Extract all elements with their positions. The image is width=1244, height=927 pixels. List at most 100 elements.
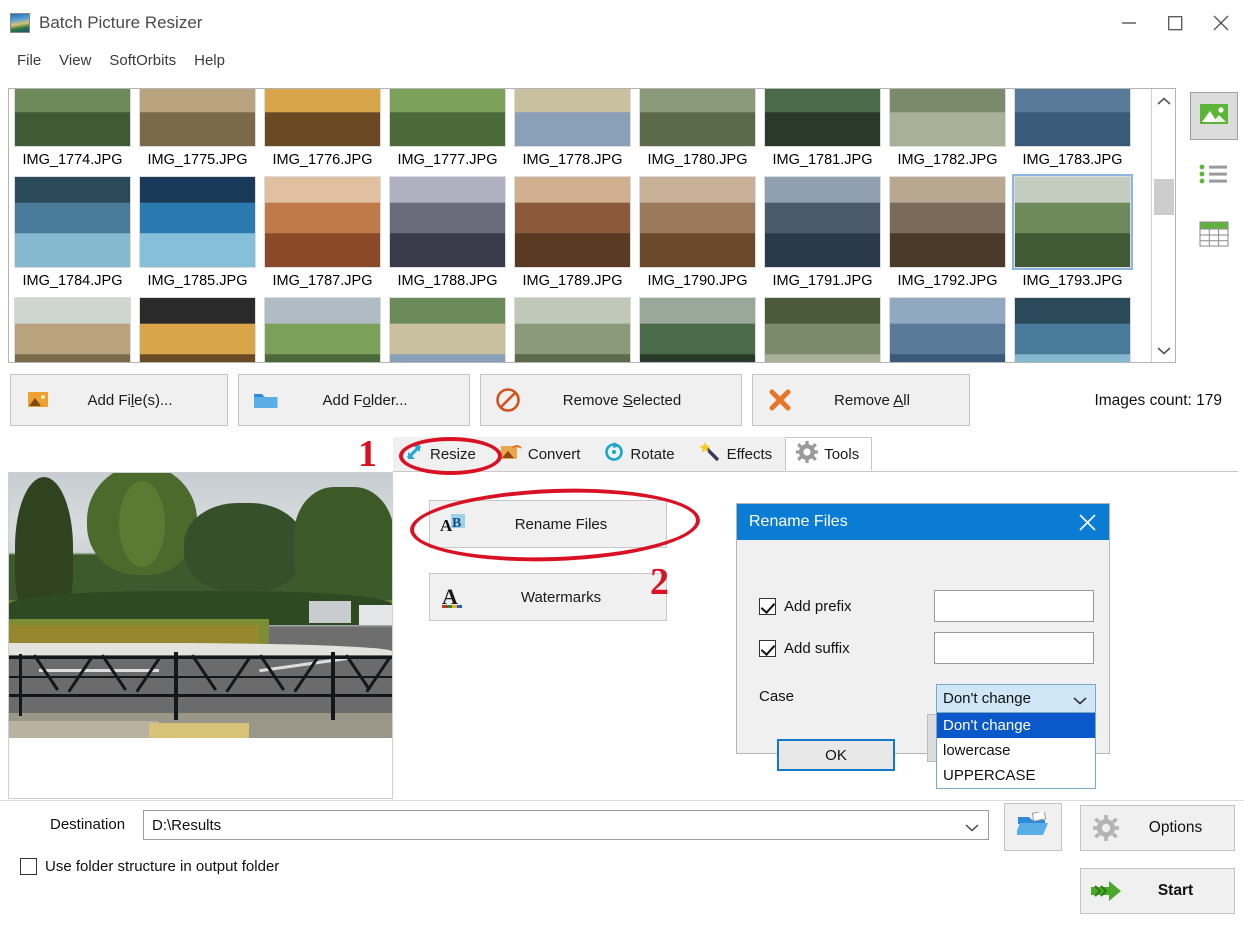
thumbnail-item[interactable]: IMG_1781.JPG: [760, 89, 885, 174]
dropdown-option-lowercase[interactable]: lowercase: [937, 738, 1095, 763]
add-suffix-checkbox-row[interactable]: Add suffix: [759, 640, 850, 657]
thumbnail-image: [139, 89, 256, 147]
thumbnail-panel[interactable]: IMG_1774.JPG IMG_1775.JPG IMG_1776.JPG IMG_…: [8, 88, 1176, 363]
add-prefix-label: Add prefix: [784, 598, 852, 615]
case-selected-value: Don't change: [943, 690, 1031, 707]
menu-item-file[interactable]: File: [8, 50, 50, 71]
thumbnail-item[interactable]: IMG_1774.JPG: [10, 89, 135, 174]
thumbnail-item[interactable]: IMG_1777.JPG: [385, 89, 510, 174]
dropdown-option-uppercase[interactable]: UPPERCASE: [937, 763, 1095, 788]
minimize-button[interactable]: [1106, 0, 1152, 46]
details-view-button[interactable]: [1190, 212, 1238, 260]
thumbnail-image: [1014, 297, 1131, 362]
thumbnail-item[interactable]: IMG_1787.JPG: [260, 174, 385, 295]
thumbnail-item[interactable]: IMG_1797.JPG: [385, 295, 510, 362]
add-files-button[interactable]: Add File(s)...: [10, 374, 228, 426]
use-folder-structure-checkbox[interactable]: [20, 858, 37, 875]
tab-resize[interactable]: Resize: [393, 437, 489, 471]
thumbnail-scroll-area[interactable]: IMG_1774.JPG IMG_1775.JPG IMG_1776.JPG IMG_…: [9, 89, 1151, 362]
thumbnail-item[interactable]: IMG_1791.JPG: [760, 174, 885, 295]
thumbnail-item[interactable]: IMG_1803.JPG: [1010, 295, 1135, 362]
thumbnail-item[interactable]: IMG_1782.JPG: [885, 89, 1010, 174]
scrollbar-track[interactable]: [1152, 113, 1175, 338]
thumbnail-filename: IMG_1790.JPG: [647, 273, 748, 289]
thumbnail-item[interactable]: IMG_1800.JPG: [635, 295, 760, 362]
list-view-button[interactable]: [1190, 152, 1238, 200]
tab-convert[interactable]: Convert: [488, 437, 594, 471]
thumbnail-image: [264, 297, 381, 362]
tab-effects[interactable]: Effects: [687, 437, 786, 471]
destination-input[interactable]: D:\Results: [143, 810, 989, 840]
thumbnail-item[interactable]: IMG_1784.JPG: [10, 174, 135, 295]
menu-item-view[interactable]: View: [50, 50, 100, 71]
case-combobox[interactable]: Don't change: [936, 684, 1096, 713]
magic-wand-icon: [699, 442, 721, 466]
add-prefix-checkbox[interactable]: [759, 598, 776, 615]
case-dropdown-list[interactable]: Don't change lowercase UPPERCASE: [936, 713, 1096, 789]
chevron-down-icon[interactable]: [965, 819, 979, 836]
dialog-ok-button[interactable]: OK: [777, 739, 895, 771]
destination-value: D:\Results: [152, 816, 222, 834]
chevron-down-icon: [1073, 692, 1087, 709]
remove-all-button[interactable]: Remove All: [752, 374, 970, 426]
use-folder-structure-row[interactable]: Use folder structure in output folder: [20, 858, 279, 875]
rename-files-dialog: Rename Files Add prefix Add suffix Case …: [736, 503, 1110, 789]
scrollbar-thumb[interactable]: [1154, 179, 1174, 215]
tab-tools-label: Tools: [824, 445, 860, 463]
scroll-down-button[interactable]: [1152, 338, 1175, 362]
thumbnail-item[interactable]: IMG_1780.JPG: [635, 89, 760, 174]
thumbnail-filename: IMG_1788.JPG: [397, 273, 498, 289]
add-suffix-checkbox[interactable]: [759, 640, 776, 657]
thumbnail-item[interactable]: IMG_1794.JPG: [10, 295, 135, 362]
thumbnail-item[interactable]: IMG_1796.JPG: [260, 295, 385, 362]
thumbnail-item[interactable]: IMG_1790.JPG: [635, 174, 760, 295]
dialog-title-label: Rename Files: [749, 513, 848, 530]
thumbnail-item[interactable]: IMG_1775.JPG: [135, 89, 260, 174]
dropdown-option-dont-change[interactable]: Don't change: [937, 713, 1095, 738]
thumbnail-filename: IMG_1774.JPG: [22, 152, 123, 168]
close-button[interactable]: [1198, 0, 1244, 46]
thumbnail-item[interactable]: IMG_1789.JPG: [510, 174, 635, 295]
tab-tools[interactable]: Tools: [785, 437, 873, 471]
tab-rotate[interactable]: Rotate: [593, 437, 688, 471]
thumbnail-item[interactable]: IMG_1795.JPG: [135, 295, 260, 362]
maximize-button[interactable]: [1152, 0, 1198, 46]
thumbnail-item[interactable]: IMG_1792.JPG: [885, 174, 1010, 295]
add-folder-button[interactable]: Add Folder...: [238, 374, 470, 426]
thumbnail-item[interactable]: IMG_1785.JPG: [135, 174, 260, 295]
options-button[interactable]: Options: [1080, 805, 1235, 851]
add-suffix-input[interactable]: [934, 632, 1094, 664]
scroll-up-button[interactable]: [1152, 89, 1175, 113]
thumbnail-image: [1014, 89, 1131, 147]
rename-files-button[interactable]: A B Rename Files: [429, 500, 667, 548]
menu-item-help[interactable]: Help: [185, 50, 234, 71]
watermarks-button[interactable]: A Watermarks: [429, 573, 667, 621]
preview-image: [9, 473, 392, 738]
add-prefix-checkbox-row[interactable]: Add prefix: [759, 598, 852, 615]
thumbnail-item[interactable]: IMG_1788.JPG: [385, 174, 510, 295]
menu-bar: File View SoftOrbits Help: [0, 46, 1244, 74]
add-folder-label: Add Folder...: [322, 391, 408, 409]
separator: [0, 800, 1244, 801]
thumbnail-item[interactable]: IMG_1793.JPG: [1010, 174, 1135, 295]
thumbnail-item[interactable]: IMG_1802.JPG: [885, 295, 1010, 362]
gear-icon: [1081, 815, 1131, 841]
add-prefix-input[interactable]: [934, 590, 1094, 622]
dialog-close-icon[interactable]: [1065, 504, 1109, 540]
thumbnail-item[interactable]: IMG_1783.JPG: [1010, 89, 1135, 174]
dialog-title-bar: Rename Files: [737, 504, 1109, 540]
thumbnail-view-button[interactable]: [1190, 92, 1238, 140]
use-folder-structure-label: Use folder structure in output folder: [45, 858, 280, 875]
thumbnail-image: [14, 176, 131, 268]
menu-item-softorbits[interactable]: SoftOrbits: [100, 50, 185, 71]
remove-selected-button[interactable]: Remove Selected: [480, 374, 742, 426]
thumbnail-item[interactable]: IMG_1801.JPG: [760, 295, 885, 362]
thumbnail-scrollbar[interactable]: [1151, 89, 1175, 362]
thumbnail-item[interactable]: IMG_1776.JPG: [260, 89, 385, 174]
thumbnail-filename: IMG_1792.JPG: [897, 273, 998, 289]
folder-icon: [251, 390, 281, 410]
browse-folder-button[interactable]: [1004, 803, 1062, 851]
start-button[interactable]: Start: [1080, 868, 1235, 914]
thumbnail-item[interactable]: IMG_1798.JPG: [510, 295, 635, 362]
thumbnail-item[interactable]: IMG_1778.JPG: [510, 89, 635, 174]
